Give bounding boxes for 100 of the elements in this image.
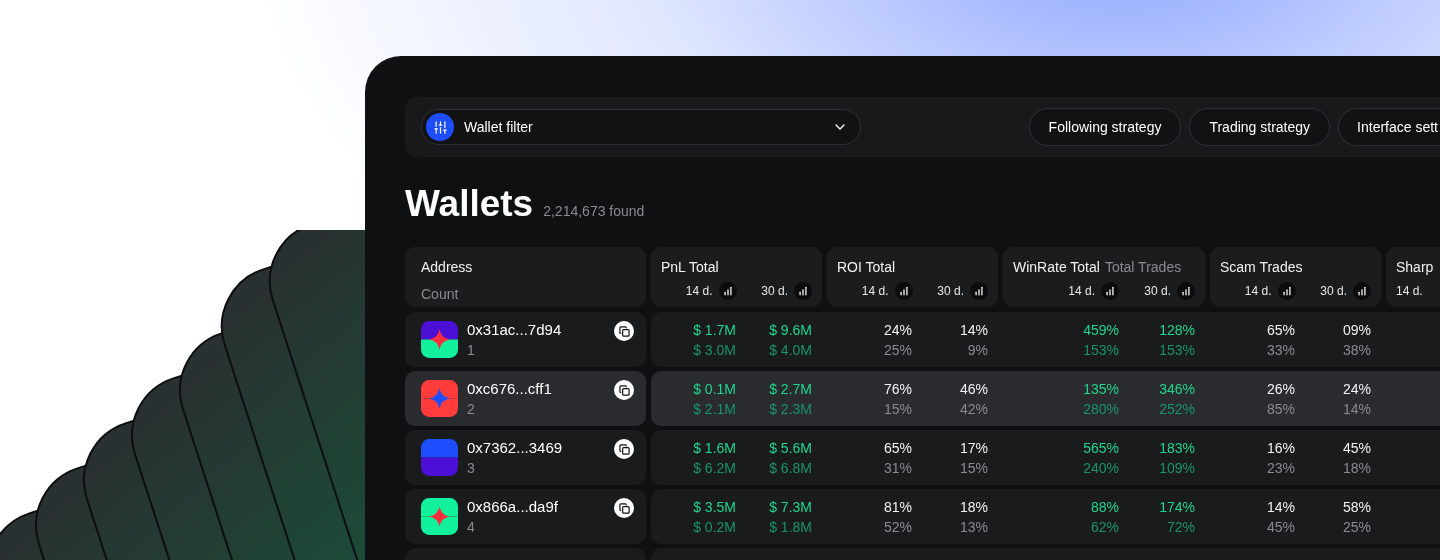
strategy-button[interactable]: Interface sett (1338, 108, 1440, 146)
period-label: 14 d. (1244, 283, 1272, 300)
bar-chart-icon[interactable] (1177, 282, 1195, 300)
wallet-address: 0xc676...cff1 (467, 379, 552, 398)
wallet-count: 2 (467, 399, 476, 418)
wallet-filter-select[interactable]: Wallet filter (421, 109, 861, 145)
metric-value: 14% (959, 320, 988, 340)
metric-value: 25% (883, 340, 912, 360)
bar-chart-icon[interactable] (1353, 282, 1371, 300)
metric-value: 24% (1342, 379, 1371, 399)
metric-value: 280% (1083, 399, 1119, 419)
period-label: 14 d. (1396, 283, 1423, 300)
wallet-cell[interactable]: 0x7362...3469 3 (405, 430, 646, 485)
metric-value: 128% (1159, 320, 1195, 340)
bar-chart-icon[interactable] (894, 282, 913, 300)
bar-chart-icon[interactable] (794, 282, 812, 300)
wallet-count: 4 (467, 517, 476, 536)
metric-value: 76% (883, 379, 912, 399)
metric-value: 85% (1266, 399, 1295, 419)
metric-value: $ 7.3M (769, 497, 812, 517)
metric-value: 252% (1159, 399, 1195, 419)
metric-value: 240% (1083, 458, 1119, 478)
column-label: Address (421, 258, 474, 277)
metric-value: $ 1.7M (693, 320, 736, 340)
column-label: ROI Total (837, 258, 896, 277)
metric-value: 565% (1083, 438, 1119, 458)
bar-chart-icon[interactable] (1101, 282, 1119, 300)
metric-value: 65% (883, 438, 912, 458)
metric-value: $ 0.1M (693, 379, 736, 399)
wallet-address: 0x31ac...7d94 (467, 320, 562, 339)
wallet-cell[interactable]: 0x31ac...7d94 1 (405, 312, 646, 367)
metric-value: 15% (959, 458, 988, 478)
wallet-count: 3 (467, 458, 476, 477)
metric-value: 459% (1083, 320, 1119, 340)
metric-value: 81% (883, 497, 912, 517)
bar-chart-icon[interactable] (970, 282, 988, 300)
metric-value: $ 6.2M (693, 458, 736, 478)
metric-value: 25% (1342, 517, 1371, 537)
period-label: 30 d. (761, 283, 788, 300)
wallet-count: 1 (467, 340, 476, 359)
filter-icon (426, 113, 454, 141)
metric-value: $ 1.8M (769, 517, 812, 537)
metric-value: $ 6.8M (769, 458, 812, 478)
metric-value: $ 2.3M (769, 399, 812, 419)
metric-value: 18% (959, 497, 988, 517)
metric-value: $ 2.1M (693, 399, 736, 419)
metric-value: $ 3.5M (693, 497, 736, 517)
metric-value: 135% (1083, 379, 1119, 399)
metric-value: 33% (1266, 340, 1295, 360)
metric-value: 109% (1159, 458, 1195, 478)
metric-value: 13% (959, 517, 988, 537)
strategy-button[interactable]: Trading strategy (1189, 108, 1331, 146)
metric-value: 38% (1342, 340, 1371, 360)
metric-value: 174% (1159, 497, 1195, 517)
metric-value: $ 2.7M (769, 379, 812, 399)
period-label: 14 d. (1068, 283, 1095, 300)
metric-value: 24% (883, 320, 912, 340)
metric-value: 16% (1266, 438, 1295, 458)
wallet-cell[interactable]: 0xc676...cff1 2 (405, 371, 646, 426)
period-label: 30 d. (1320, 283, 1347, 300)
metric-value: 183% (1159, 438, 1195, 458)
results-count: 2,214,673 found (543, 202, 645, 221)
metric-value: 153% (1083, 340, 1119, 360)
period-label: 30 d. (937, 283, 964, 300)
metric-value: 18% (1342, 458, 1371, 478)
wallet-address: 0x7362...3469 (467, 438, 563, 457)
metric-value: 62% (1090, 517, 1119, 537)
metric-value: 42% (959, 399, 988, 419)
bar-chart-icon[interactable] (1277, 282, 1296, 300)
metric-value: $ 3.0M (693, 340, 736, 360)
metric-value: 58% (1342, 497, 1371, 517)
metric-value: 14% (1342, 399, 1371, 419)
column-label: WinRate Total (1013, 258, 1100, 277)
strategy-button[interactable]: Following strategy (1028, 108, 1182, 146)
metric-value: 346% (1159, 379, 1195, 399)
bar-chart-icon[interactable] (718, 282, 737, 300)
metric-value: 52% (883, 517, 912, 537)
copy-icon[interactable] (614, 380, 634, 400)
column-label: Sharp (1396, 258, 1434, 277)
metric-value: $ 0.2M (693, 517, 736, 537)
copy-icon[interactable] (614, 439, 634, 459)
copy-icon[interactable] (614, 498, 634, 518)
metric-value: 31% (883, 458, 912, 478)
column-label: Scam Trades (1220, 258, 1303, 277)
wallet-cell[interactable]: 0x866a...da9f 4 (405, 489, 646, 544)
column-sublabel: Count (421, 285, 460, 304)
metric-value: 23% (1266, 458, 1295, 478)
period-label: 30 d. (1144, 283, 1171, 300)
period-label: 14 d. (685, 283, 713, 300)
metric-value: 9% (967, 340, 988, 360)
metric-value: 72% (1166, 517, 1195, 537)
copy-icon[interactable] (614, 321, 634, 341)
wallet-address: 0x866a...da9f (467, 497, 558, 516)
page-title: Wallets (405, 185, 534, 222)
metric-value: 65% (1266, 320, 1295, 340)
metric-value: 46% (959, 379, 988, 399)
metric-value: 15% (883, 399, 912, 419)
metric-value: $ 5.6M (769, 438, 812, 458)
metric-value: 09% (1342, 320, 1371, 340)
metric-value: 88% (1090, 497, 1119, 517)
